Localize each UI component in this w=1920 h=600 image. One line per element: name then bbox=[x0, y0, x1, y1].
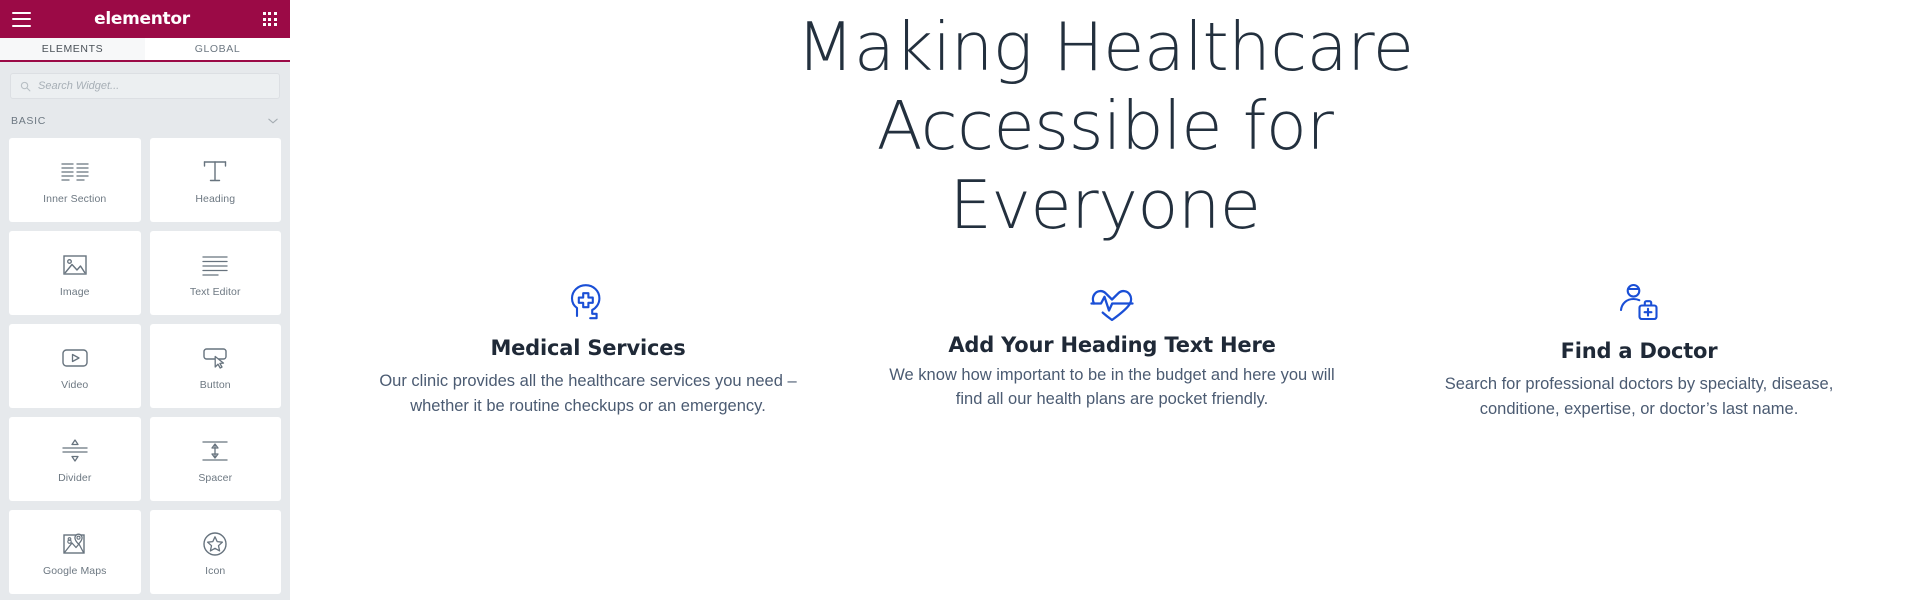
widget-label: Google Maps bbox=[42, 565, 107, 577]
inner-section-icon bbox=[60, 155, 90, 189]
widget-label: Inner Section bbox=[43, 193, 107, 205]
elementor-editor: elementor ELEMENTS GLOBAL BASIC bbox=[0, 0, 1920, 600]
search-widget-container bbox=[0, 62, 290, 108]
page-title: Making Healthcare Accessible for Everyon… bbox=[796, 8, 1414, 244]
feature-medical-services[interactable]: Medical Services Our clinic provides all… bbox=[326, 281, 850, 422]
widget-grid: Inner Section Heading Image Text Editor … bbox=[0, 134, 290, 594]
feature-title: Medical Services bbox=[490, 336, 686, 360]
widget-label: Image bbox=[59, 286, 90, 298]
widget-button[interactable]: Button bbox=[149, 324, 281, 408]
video-icon bbox=[61, 341, 89, 375]
widget-label: Heading bbox=[195, 193, 236, 205]
widget-panel: elementor ELEMENTS GLOBAL BASIC bbox=[0, 0, 290, 600]
text-editor-icon bbox=[201, 248, 229, 282]
feature-text: Our clinic provides all the healthcare s… bbox=[379, 372, 797, 415]
image-icon bbox=[62, 248, 88, 282]
apps-grid-icon[interactable] bbox=[262, 12, 277, 26]
feature-text: We know how important to be in the budge… bbox=[889, 366, 1335, 408]
widget-divider[interactable]: Divider bbox=[9, 417, 141, 501]
doctor-bag-icon bbox=[1410, 281, 1868, 325]
divider-icon bbox=[61, 434, 89, 468]
widget-label: Text Editor bbox=[189, 286, 241, 298]
spacer-icon bbox=[201, 434, 229, 468]
widget-spacer[interactable]: Spacer bbox=[149, 417, 281, 501]
feature-title: Find a Doctor bbox=[1560, 339, 1718, 363]
heading-icon bbox=[202, 155, 228, 189]
button-icon bbox=[201, 341, 229, 375]
feature-find-a-doctor[interactable]: Find a Doctor Search for professional do… bbox=[1374, 281, 1898, 422]
chevron-down-icon bbox=[268, 118, 278, 124]
search-icon bbox=[20, 81, 31, 91]
tab-elements[interactable]: ELEMENTS bbox=[0, 38, 145, 60]
widget-label: Button bbox=[199, 379, 231, 391]
widget-label: Video bbox=[61, 379, 89, 391]
widget-icon[interactable]: Icon bbox=[149, 510, 281, 594]
widget-video[interactable]: Video bbox=[9, 324, 141, 408]
panel-tabs: ELEMENTS GLOBAL bbox=[0, 38, 290, 62]
heart-pulse-icon bbox=[876, 281, 1348, 325]
head-medical-cross-icon bbox=[352, 281, 824, 325]
google-maps-icon bbox=[61, 527, 89, 561]
category-basic-header[interactable]: BASIC bbox=[0, 108, 290, 134]
feature-title: Add Your Heading Text Here bbox=[948, 333, 1276, 357]
features-row: Medical Services Our clinic provides all… bbox=[290, 281, 1920, 422]
widget-label: Icon bbox=[205, 565, 226, 577]
star-icon bbox=[202, 527, 228, 561]
widget-label: Divider bbox=[58, 472, 92, 484]
widget-label: Spacer bbox=[198, 472, 233, 484]
widget-inner-section[interactable]: Inner Section bbox=[9, 138, 141, 222]
hero-section: Making Healthcare Accessible for Everyon… bbox=[290, 0, 1920, 245]
search-input[interactable] bbox=[38, 80, 270, 92]
category-basic-label: BASIC bbox=[11, 115, 47, 127]
feature-add-your-heading[interactable]: Add Your Heading Text Here We know how i… bbox=[850, 281, 1374, 422]
search-widget-box[interactable] bbox=[10, 73, 280, 99]
tab-global[interactable]: GLOBAL bbox=[145, 38, 290, 60]
hamburger-icon[interactable] bbox=[12, 11, 31, 27]
widget-text-editor[interactable]: Text Editor bbox=[149, 231, 281, 315]
widget-google-maps[interactable]: Google Maps bbox=[9, 510, 141, 594]
elementor-logo: elementor bbox=[94, 9, 190, 29]
widget-heading[interactable]: Heading bbox=[149, 138, 281, 222]
feature-text: Search for professional doctors by speci… bbox=[1444, 375, 1834, 418]
widget-image[interactable]: Image bbox=[9, 231, 141, 315]
panel-header: elementor bbox=[0, 0, 290, 38]
page-preview-canvas[interactable]: Making Healthcare Accessible for Everyon… bbox=[290, 0, 1920, 600]
